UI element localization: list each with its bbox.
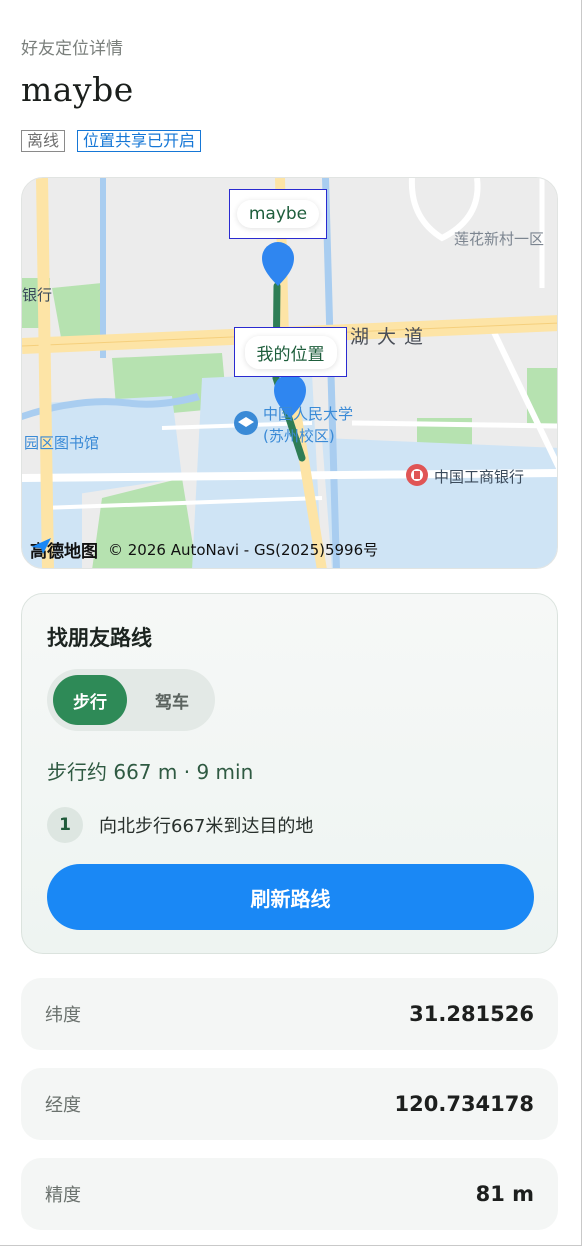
walk-mode-button[interactable]: 步行 (53, 675, 127, 725)
latitude-value: 31.281526 (409, 1002, 534, 1026)
map-place-library: 园区图书馆 (24, 434, 100, 452)
longitude-row: 经度 120.734178 (21, 1068, 558, 1140)
map-place-icbc: 中国工商银行 (434, 468, 525, 486)
route-summary: 步行约 667 m · 9 min (47, 760, 254, 784)
accuracy-label: 精度 (45, 1185, 81, 1206)
map-place-lianhua: 莲花新村一区 (454, 230, 545, 248)
map-attribution: 高德地图 © 2026 AutoNavi - GS(2025)5996号 (30, 537, 378, 562)
friend-location-page: 好友定位详情 maybe 离线 位置共享已开启 莲花新村一区 银行 湖大道 园区… (0, 0, 582, 1246)
page-subtitle: 好友定位详情 (21, 39, 123, 59)
longitude-value: 120.734178 (394, 1092, 534, 1116)
location-map[interactable]: 莲花新村一区 银行 湖大道 园区图书馆 中国人民大学 (苏州校区) 中国工商银行… (21, 177, 558, 569)
step-number: 1 (47, 807, 83, 843)
latitude-label: 纬度 (45, 1005, 81, 1026)
status-badges: 离线 位置共享已开启 (21, 130, 202, 152)
map-place-university: 中国人民大学 (263, 405, 354, 423)
route-title: 找朋友路线 (47, 625, 152, 650)
amap-arrow-icon (31, 538, 51, 554)
friend-name-title: maybe (21, 70, 134, 109)
offline-badge: 离线 (21, 130, 66, 152)
longitude-label: 经度 (45, 1095, 81, 1116)
travel-mode-switch: 步行 驾车 (47, 669, 215, 731)
accuracy-row: 精度 81 m (21, 1158, 558, 1230)
latitude-row: 纬度 31.281526 (21, 978, 558, 1050)
step-instruction: 向北步行667米到达目的地 (99, 816, 314, 837)
map-place-university-campus: (苏州校区) (263, 427, 335, 445)
location-sharing-badge: 位置共享已开启 (77, 130, 202, 152)
map-road-name: 湖大道 (350, 326, 432, 348)
my-location-callout[interactable]: 我的位置 (234, 327, 347, 377)
accuracy-value: 81 m (475, 1182, 534, 1206)
route-step: 1 向北步行667米到达目的地 (47, 807, 313, 843)
refresh-route-button[interactable]: 刷新路线 (47, 864, 534, 930)
my-location-label: 我的位置 (244, 335, 337, 369)
map-place-bank: 银行 (22, 286, 53, 304)
drive-mode-button[interactable]: 驾车 (135, 675, 209, 725)
route-card: 找朋友路线 步行 驾车 步行约 667 m · 9 min 1 向北步行667米… (21, 593, 558, 954)
friend-marker-label: maybe (236, 200, 320, 228)
friend-marker-callout[interactable]: maybe (229, 189, 327, 239)
map-copyright: © 2026 AutoNavi - GS(2025)5996号 (108, 541, 379, 559)
amap-logo: 高德地图 (30, 537, 98, 562)
